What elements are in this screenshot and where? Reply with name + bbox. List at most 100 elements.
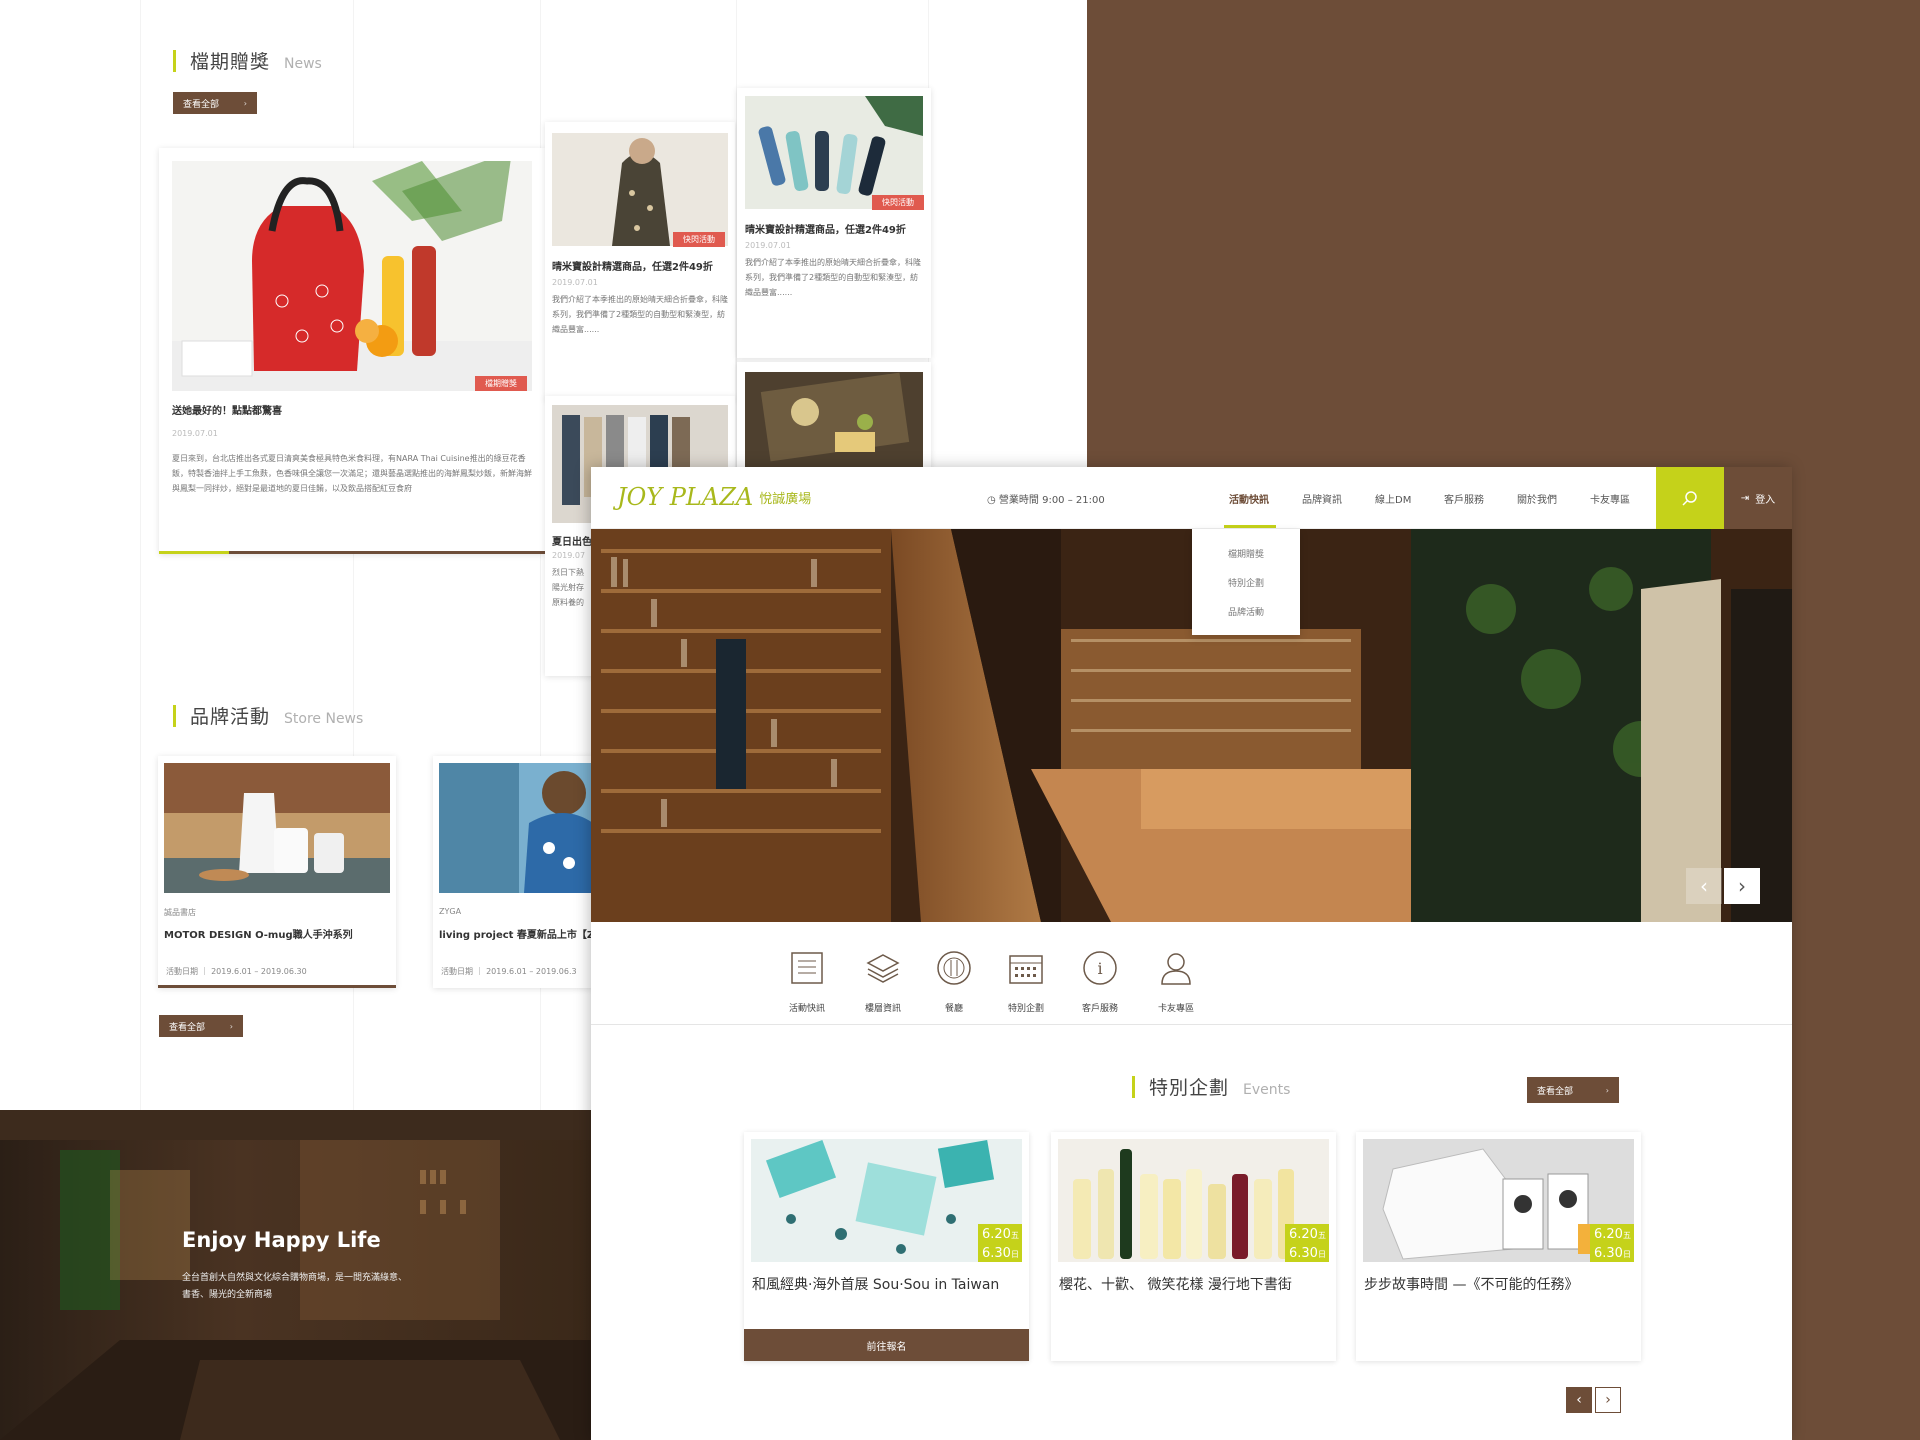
news-card[interactable]: 檔期贈獎 送她最好的！點點都驚喜 2019.07.01 夏日來到，台北店推出各式… [159, 148, 545, 554]
logo-mark: JOY PLAZA [617, 483, 754, 511]
arrow-right-icon: › [1605, 1085, 1609, 1095]
news-card-date: 2019.07.01 [745, 241, 791, 250]
brand-card-title: living project 春夏新品上市【ZY [439, 930, 593, 941]
news-card-tag: 檔期贈獎 [475, 376, 527, 391]
section-divider [591, 1024, 1792, 1025]
svg-text:i: i [1097, 959, 1102, 978]
card-underline [159, 551, 545, 554]
clock-icon: ◷ [987, 495, 999, 506]
news-view-all-button[interactable]: 查看全部 › [173, 92, 257, 114]
hero-title: Enjoy Happy Life [182, 1228, 381, 1252]
events-subtitle: Events [1243, 1082, 1291, 1098]
event-card-title: 櫻花、十歡、 微笑花樣 漫行地下書街 [1059, 1277, 1292, 1293]
chevron-left-icon: ‹ [1576, 1392, 1582, 1408]
events-title: 特別企劃 [1149, 1077, 1230, 1099]
news-card-image [552, 133, 728, 246]
event-date-badge: 6.20五 6.30日 [1590, 1224, 1634, 1262]
quick-link-specials[interactable]: 特別企劃 [986, 945, 1066, 1014]
event-date-badge: 6.20五 6.30日 [978, 1224, 1022, 1262]
nav-item-about[interactable]: 關於我們 [1517, 491, 1557, 506]
brand-card-image [439, 763, 593, 893]
nav-item-members[interactable]: 卡友專區 [1590, 491, 1630, 506]
brand-card-period: 活動日期 ｜ 2019.6.01 – 2019.06.30 [166, 967, 307, 976]
nav-item-brands[interactable]: 品牌資訊 [1302, 491, 1342, 506]
news-card-desc: 我們介紹了本季推出的原始晴天細合折疊傘，科隆系列，我們準備了2種類型的自動型和緊… [552, 295, 728, 334]
event-date-badge: 6.20五 6.30日 [1285, 1224, 1329, 1262]
info-icon: i [1060, 945, 1140, 991]
event-card[interactable]: 6.20五 6.30日 和風經典·海外首展 Sou·Sou in Taiwan 前… [744, 1132, 1029, 1361]
news-card-image [745, 96, 923, 209]
layers-icon [843, 945, 923, 991]
news-card-date: 2019.07.01 [172, 429, 218, 438]
login-button[interactable]: ⇥ 登入 [1724, 467, 1792, 529]
brand-card[interactable]: ZYGA living project 春夏新品上市【ZY 活動日期 ｜ 201… [433, 756, 593, 988]
brand-section-title: 品牌活動 Store News [173, 702, 363, 729]
arrow-right-icon: › [229, 1021, 233, 1031]
events-prev-button[interactable]: ‹ [1566, 1387, 1592, 1413]
event-card-title: 和風經典·海外首展 Sou·Sou in Taiwan [752, 1277, 1000, 1293]
news-card-tag: 快閃活動 [872, 195, 924, 210]
brand-card[interactable]: 誠品書店 MOTOR DESIGN O-mug職人手沖系列 活動日期 ｜ 201… [158, 756, 396, 988]
dropdown-item-specials[interactable]: 特別企劃 [1192, 576, 1300, 605]
events-view-all-button[interactable]: 查看全部 › [1527, 1077, 1619, 1103]
quick-link-floors[interactable]: 樓層資訊 [843, 945, 923, 1014]
events-next-button[interactable]: › [1595, 1387, 1621, 1413]
arrow-right-icon: › [243, 98, 247, 108]
search-button[interactable] [1656, 467, 1724, 529]
news-dropdown-menu: 檔期贈獎 特別企劃 品牌活動 [1192, 529, 1300, 635]
nav-item-dm[interactable]: 線上DM [1375, 491, 1411, 506]
site-logo[interactable]: JOY PLAZA 悅誠廣場 [617, 483, 811, 511]
brand-card-period: 活動日期 ｜ 2019.6.01 – 2019.06.3 [441, 967, 577, 976]
brand-card-store: ZYGA [439, 907, 462, 916]
search-icon [1682, 491, 1697, 506]
news-card-title: 夏日出色 [552, 537, 592, 548]
register-button[interactable]: 前往報名 [744, 1329, 1029, 1361]
news-card-desc: 夏日來到，台北店推出各式夏日清爽美食極具特色米食料理，有NARA Thai Cu… [172, 454, 532, 493]
news-card-title: 晴米寶設計精選商品，任選2件49折 [745, 225, 906, 236]
quick-link-service[interactable]: i 客戶服務 [1060, 945, 1140, 1014]
event-card[interactable]: 6.20五 6.30日 櫻花、十歡、 微笑花樣 漫行地下書街 [1051, 1132, 1336, 1361]
news-subtitle: News [284, 56, 322, 72]
news-card-date: 2019.07.01 [552, 278, 598, 287]
brand-title: 品牌活動 [190, 706, 271, 728]
event-card-title: 步步故事時間 —《不可能的任務》 [1364, 1277, 1579, 1293]
news-card-image [745, 372, 923, 482]
event-card[interactable]: 6.20五 6.30日 步步故事時間 —《不可能的任務》 [1356, 1132, 1641, 1361]
nav-active-underline [1224, 525, 1276, 528]
dropdown-item-brand-events[interactable]: 品牌活動 [1192, 605, 1300, 634]
homepage-window: JOY PLAZA 悅誠廣場 ◷ 營業時間 9:00 – 21:00 活動快訊 … [591, 467, 1792, 1440]
quick-link-dining[interactable]: 餐廳 [914, 945, 994, 1014]
slider-prev-button[interactable]: ‹ [1686, 868, 1722, 904]
quick-link-news[interactable]: 活動快訊 [767, 945, 847, 1014]
news-card-image [172, 161, 532, 391]
nav-item-news[interactable]: 活動快訊 [1229, 491, 1269, 506]
hero-desc: 全台首創大自然與文化綜合購物商場，是一間充滿綠意、書香、陽光的全新商場 [182, 1273, 408, 1300]
user-icon [1136, 945, 1216, 991]
dining-icon [914, 945, 994, 991]
news-card-desc: 烈日下熱 陽光射存 原料養的 [552, 568, 584, 607]
chevron-left-icon: ‹ [1700, 874, 1708, 898]
news-card-desc: 我們介紹了本季推出的原始晴天細合折疊傘，科隆系列，我們準備了2種類型的自動型和緊… [745, 258, 921, 297]
news-card[interactable]: 快閃活動 晴米寶設計精選商品，任選2件49折 2019.07.01 我們介紹了本… [737, 88, 931, 358]
news-section-title: 檔期贈獎 News [173, 47, 322, 74]
news-title: 檔期贈獎 [190, 51, 271, 73]
top-nav: JOY PLAZA 悅誠廣場 ◷ 營業時間 9:00 – 21:00 活動快訊 … [591, 467, 1792, 529]
brand-view-all-button[interactable]: 查看全部 › [159, 1015, 243, 1037]
dropdown-item-promotions[interactable]: 檔期贈獎 [1192, 547, 1300, 576]
login-icon: ⇥ [1740, 492, 1750, 504]
hero-banner: Enjoy Happy Life 全台首創大自然與文化綜合購物商場，是一間充滿綠… [0, 1110, 600, 1440]
news-card[interactable] [737, 362, 931, 482]
nav-item-service[interactable]: 客戶服務 [1444, 491, 1484, 506]
calendar-icon [986, 945, 1066, 991]
news-card-date: 2019.07 [552, 551, 586, 560]
news-card-title: 晴米寶設計精選商品，任選2件49折 [552, 262, 713, 273]
slider-next-button[interactable]: › [1724, 868, 1760, 904]
brand-card-title: MOTOR DESIGN O-mug職人手沖系列 [164, 930, 353, 941]
brand-subtitle: Store News [284, 711, 364, 727]
quick-link-members[interactable]: 卡友專區 [1136, 945, 1216, 1014]
brand-card-store: 誠品書店 [164, 908, 196, 917]
logo-name: 悅誠廣場 [759, 491, 812, 507]
chevron-right-icon: › [1605, 1392, 1611, 1408]
news-card[interactable]: 快閃活動 晴米寶設計精選商品，任選2件49折 2019.07.01 我們介紹了本… [545, 122, 735, 400]
brand-card-image [164, 763, 390, 893]
